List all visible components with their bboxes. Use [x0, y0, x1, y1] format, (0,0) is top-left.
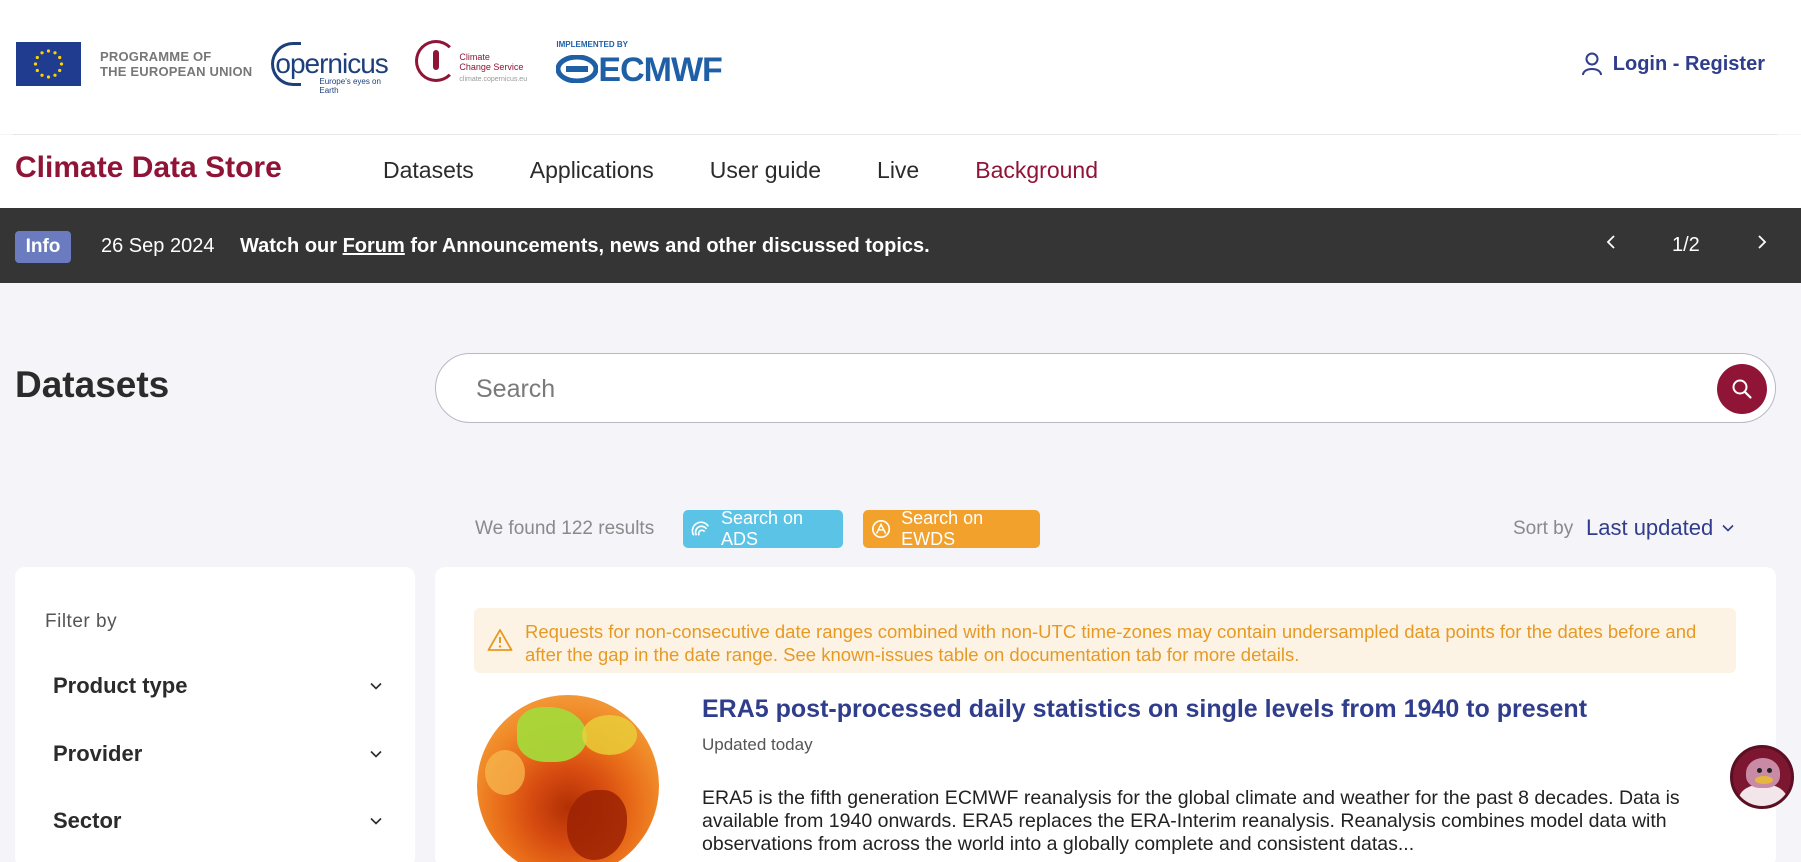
- dataset-updated: Updated today: [702, 735, 813, 754]
- filter-panel: Filter by Product type Provider Sector: [15, 567, 415, 862]
- announcement-message: Watch our Forum for Announcements, news …: [240, 235, 930, 258]
- programme-text: PROGRAMME OF THE EUROPEAN UNION: [100, 49, 252, 79]
- copernicus-logo[interactable]: opernicus Europe's eyes on Earth: [271, 40, 393, 95]
- ads-label: Search on ADS: [721, 508, 804, 549]
- eu-flag-logo[interactable]: [16, 42, 81, 86]
- filter-product-type[interactable]: Product type: [53, 671, 383, 701]
- filter-label: Provider: [53, 741, 143, 766]
- globe-region: [485, 750, 525, 795]
- filter-label: Product type: [53, 673, 188, 698]
- search-bar: [435, 353, 1776, 423]
- copernicus-wordmark: opernicus: [275, 48, 388, 79]
- ewds-label: Search on EWDS: [901, 508, 984, 549]
- chevron-down-icon: [1722, 524, 1734, 532]
- ads-icon: [691, 521, 709, 536]
- ecmwf-logo[interactable]: IMPLEMENTED BY ECMWF: [556, 40, 731, 89]
- top-header: PROGRAMME OF THE EUROPEAN UNION opernicu…: [0, 0, 1801, 134]
- c3s-line-1: Climate: [459, 52, 490, 62]
- chevron-down-icon: [370, 682, 382, 690]
- warning-text: Requests for non-consecutive date ranges…: [525, 621, 1697, 665]
- announcement-date: 26 Sep 2024: [101, 235, 215, 257]
- dataset-list: Requests for non-consecutive date ranges…: [435, 567, 1776, 862]
- warning-icon: [487, 629, 513, 651]
- globe-region: [517, 707, 587, 762]
- login-register-label: Login - Register: [1612, 52, 1765, 75]
- search-on-ewds-button[interactable]: Search on EWDS: [863, 508, 1040, 549]
- info-badge: Info: [15, 231, 71, 263]
- ecmwf-mark-icon: [556, 55, 599, 83]
- user-icon: [1581, 52, 1602, 76]
- chevron-down-icon: [370, 817, 382, 825]
- search-on-ads-button[interactable]: Search on ADS: [683, 508, 843, 549]
- sort-value: Last updated: [1586, 515, 1714, 540]
- programme-line-2: THE EUROPEAN UNION: [100, 64, 253, 79]
- message-suffix: for Announcements, news and other discus…: [404, 235, 930, 257]
- nav-item-applications[interactable]: Applications: [530, 157, 654, 184]
- filter-label: Sector: [53, 808, 122, 833]
- message-prefix: Watch our: [240, 235, 343, 257]
- thermometer-icon: [433, 50, 440, 70]
- ewds-icon: [872, 519, 891, 539]
- filter-provider[interactable]: Provider: [53, 739, 383, 769]
- c3s-name: Climate Change Service: [459, 52, 523, 72]
- dataset-thumbnail[interactable]: [477, 695, 659, 862]
- programme-line-1: PROGRAMME OF: [100, 49, 212, 64]
- search-input[interactable]: [476, 370, 1676, 408]
- chevron-right-icon[interactable]: [1756, 232, 1768, 258]
- sort-label: Sort by: [1513, 518, 1574, 539]
- c3s-logo[interactable]: Climate Change Service climate.copernicu…: [415, 40, 530, 88]
- duck-eye: [1767, 768, 1772, 773]
- implemented-by-label: IMPLEMENTED BY: [556, 40, 628, 49]
- site-brand[interactable]: Climate Data Store: [15, 151, 282, 185]
- warning-banner: Requests for non-consecutive date ranges…: [474, 608, 1736, 673]
- duck-beak: [1755, 776, 1773, 784]
- forum-link[interactable]: Forum: [343, 235, 405, 257]
- chatbot-button[interactable]: [1730, 745, 1794, 809]
- nav-menu: Datasets Applications User guide Live Ba…: [383, 157, 1154, 184]
- dataset-title-link[interactable]: ERA5 post-processed daily statistics on …: [702, 695, 1587, 724]
- globe-region: [567, 790, 627, 860]
- search-icon: [1732, 379, 1752, 399]
- announcement-pager-count: 1/2: [1672, 234, 1700, 256]
- filter-sector[interactable]: Sector: [53, 806, 383, 836]
- main-nav: Climate Data Store Datasets Applications…: [0, 135, 1801, 208]
- nav-item-datasets[interactable]: Datasets: [383, 157, 474, 184]
- globe-region: [582, 715, 637, 755]
- dataset-description: ERA5 is the fifth generation ECMWF reana…: [702, 787, 1680, 855]
- partner-logos: PROGRAMME OF THE EUROPEAN UNION opernicu…: [16, 40, 731, 95]
- results-count: We found 122 results: [475, 518, 655, 539]
- chevron-down-icon: [370, 750, 382, 758]
- c3s-url: climate.copernicus.eu: [459, 76, 528, 83]
- nav-item-live[interactable]: Live: [877, 157, 919, 184]
- c3s-line-2: Change Service: [459, 62, 524, 72]
- chevron-left-icon[interactable]: [1605, 232, 1617, 258]
- page-title: Datasets: [15, 364, 170, 405]
- search-button[interactable]: [1717, 364, 1767, 414]
- copernicus-tagline: Europe's eyes on Earth: [319, 77, 381, 95]
- nav-item-user-guide[interactable]: User guide: [710, 157, 821, 184]
- filter-title: Filter by: [45, 611, 118, 632]
- ecmwf-wordmark: ECMWF: [598, 51, 722, 89]
- announcement-bar: Info 26 Sep 2024 Watch our Forum for Ann…: [0, 208, 1801, 283]
- nav-item-background[interactable]: Background: [975, 157, 1098, 184]
- duck-eye: [1757, 768, 1762, 773]
- sort-dropdown[interactable]: Last updated: [1586, 515, 1735, 541]
- login-register-link[interactable]: Login - Register: [1581, 52, 1765, 76]
